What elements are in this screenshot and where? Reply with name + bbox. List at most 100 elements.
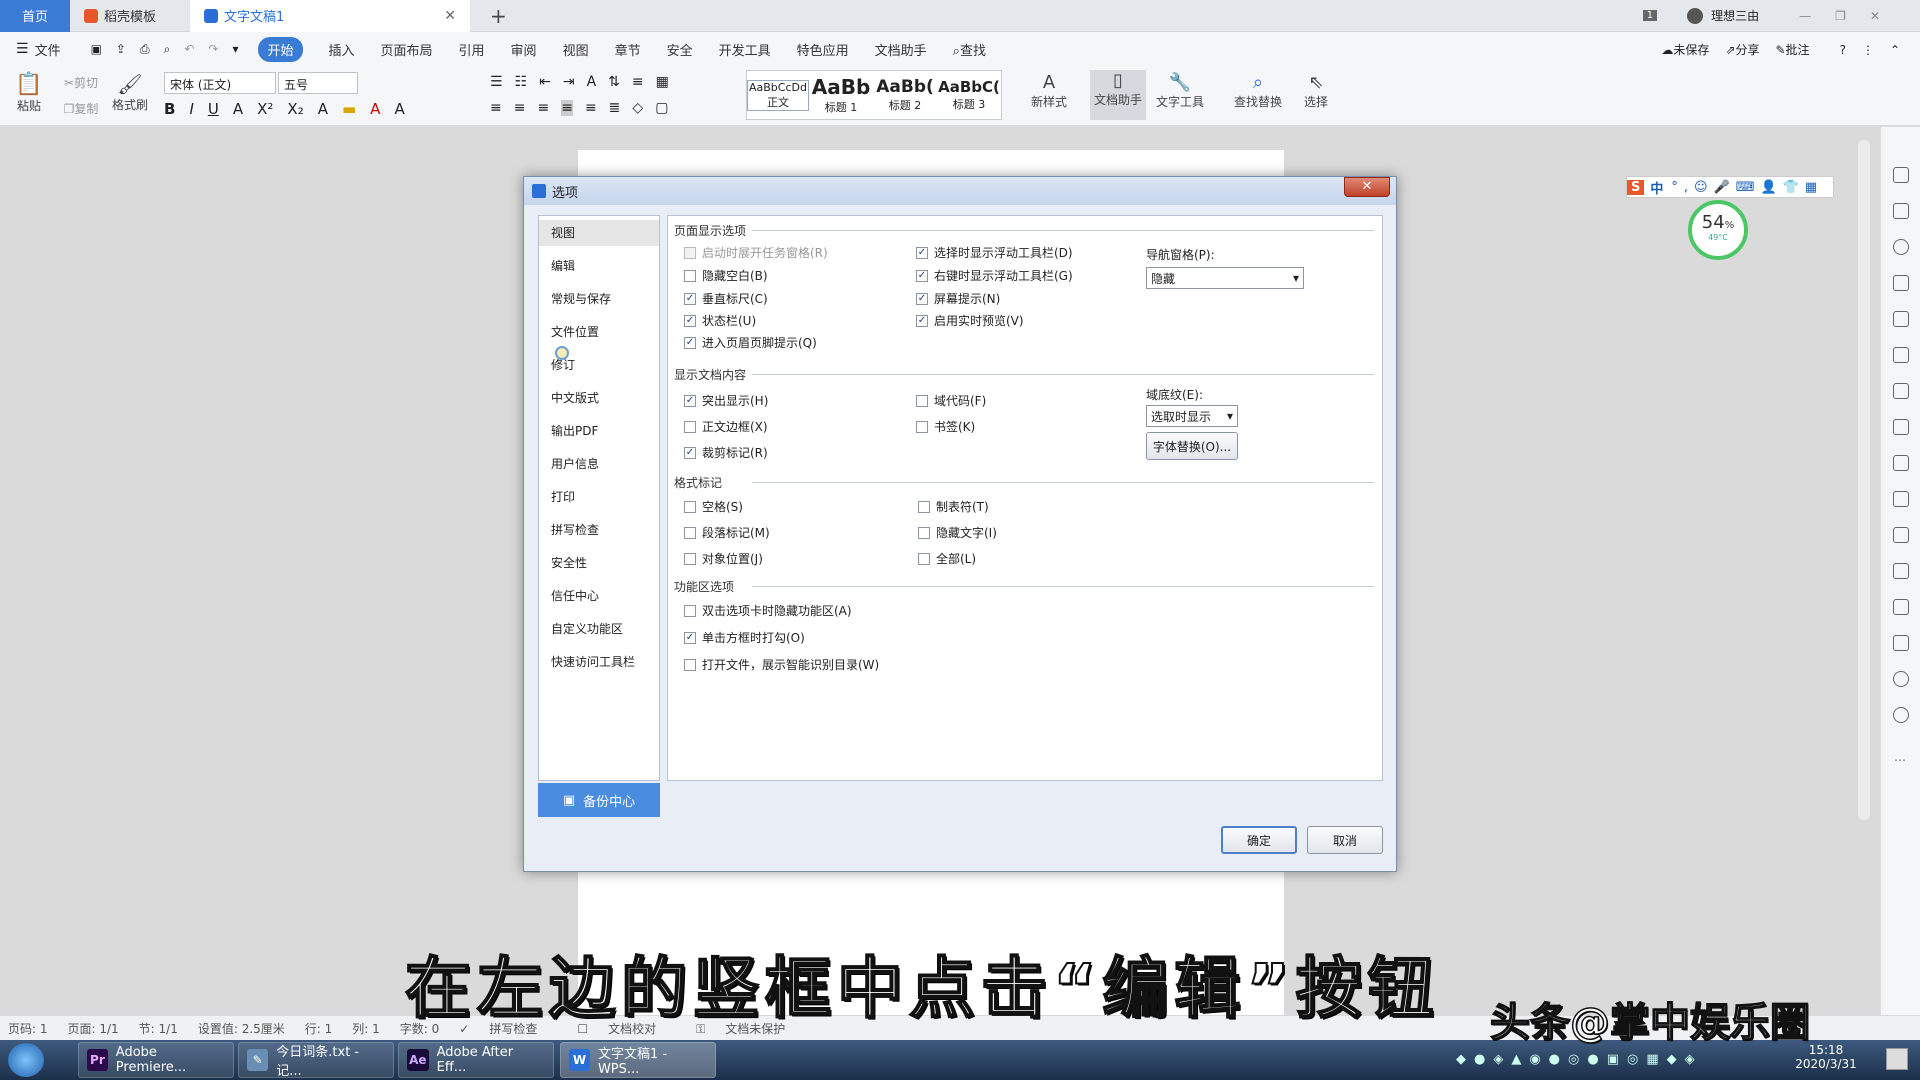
- menu-file[interactable]: 文件: [35, 40, 61, 59]
- menu-references[interactable]: 引用: [459, 40, 485, 59]
- menu-search[interactable]: ⌕查找: [953, 40, 986, 59]
- nav-spell-check[interactable]: 拼写检查: [539, 517, 659, 543]
- opt-dblclick-hide-ribbon[interactable]: 双击选项卡时隐藏功能区(A): [684, 602, 852, 619]
- indent-icon[interactable]: ⇥: [563, 74, 575, 90]
- backup-center-button[interactable]: ▣ 备份中心: [538, 783, 660, 817]
- collapse-ribbon-icon[interactable]: ⌃: [1890, 43, 1900, 57]
- align-left-icon[interactable]: ≡: [490, 100, 502, 116]
- more-dots-icon[interactable]: ⋯: [1894, 753, 1906, 767]
- status-section[interactable]: 节: 1/1: [139, 1020, 178, 1037]
- share-button[interactable]: 分享: [1735, 41, 1759, 58]
- save-icon[interactable]: ▣: [91, 42, 102, 56]
- select-button[interactable]: ⇖ 选择: [1296, 72, 1336, 110]
- copy-button[interactable]: ❐复制: [56, 100, 106, 117]
- opt-smart-toc[interactable]: 打开文件，展示智能识别目录(W): [684, 656, 879, 673]
- opt-all-marks[interactable]: 全部(L): [918, 550, 976, 567]
- opt-float-toolbar-right[interactable]: ✓ 右键时显示浮动工具栏(G): [916, 267, 1073, 284]
- opt-vertical-ruler[interactable]: ✓ 垂直标尺(C): [684, 290, 768, 307]
- nav-file-location[interactable]: 文件位置: [539, 319, 659, 345]
- bullet-list-icon[interactable]: ☰: [490, 74, 503, 90]
- outdent-icon[interactable]: ⇤: [539, 74, 551, 90]
- opt-highlight[interactable]: ✓ 突出显示(H): [684, 392, 768, 409]
- nav-pane-select[interactable]: 隐藏 ▾: [1146, 267, 1304, 289]
- menu-insert[interactable]: 插入: [329, 40, 355, 59]
- minimize-icon[interactable]: —: [1799, 9, 1811, 23]
- opt-text-border[interactable]: 正文边框(X): [684, 418, 768, 435]
- pen-icon[interactable]: [1893, 167, 1909, 183]
- nav-general-save[interactable]: 常规与保存: [539, 286, 659, 312]
- sliders-icon[interactable]: [1893, 419, 1909, 435]
- ok-button[interactable]: 确定: [1221, 826, 1297, 854]
- export-icon[interactable]: ⇪: [116, 42, 126, 56]
- ime-mode[interactable]: 中: [1650, 178, 1663, 197]
- location-icon[interactable]: [1893, 239, 1909, 255]
- nav-edit[interactable]: 编辑: [539, 253, 659, 279]
- format-painter-button[interactable]: 🖌 格式刷: [110, 72, 150, 113]
- close-tab-icon[interactable]: ✕: [444, 8, 456, 24]
- undo-icon[interactable]: ↶: [184, 42, 194, 56]
- opt-click-box-check[interactable]: ✓ 单击方框时打勾(O): [684, 629, 805, 646]
- nav-trust-center[interactable]: 信任中心: [539, 583, 659, 609]
- print-icon[interactable]: ⎙: [140, 42, 150, 57]
- char-shading-icon[interactable]: A: [394, 100, 404, 118]
- opt-header-footer-tip[interactable]: ✓ 进入页眉页脚提示(Q): [684, 334, 817, 351]
- menu-home[interactable]: 开始: [258, 36, 303, 62]
- opt-expand-taskpane[interactable]: 启动时展开任务窗格(R): [684, 244, 828, 261]
- change-case-icon[interactable]: A: [587, 74, 597, 90]
- opt-tabs[interactable]: 制表符(T): [918, 498, 989, 515]
- status-col[interactable]: 列: 1: [352, 1020, 380, 1037]
- status-pages[interactable]: 页面: 1/1: [68, 1020, 119, 1037]
- image-search-icon[interactable]: [1893, 455, 1909, 471]
- preview-icon[interactable]: ⌕: [164, 42, 171, 57]
- comment-button[interactable]: 批注: [1786, 41, 1810, 58]
- text-effect-icon[interactable]: A: [318, 100, 328, 118]
- unsaved-label[interactable]: 未保存: [1673, 41, 1709, 58]
- nav-chinese-layout[interactable]: 中文版式: [539, 385, 659, 411]
- paste-button[interactable]: 📋 粘贴: [12, 72, 46, 114]
- user-name[interactable]: 理想三由: [1711, 7, 1759, 24]
- avatar[interactable]: [1687, 7, 1704, 24]
- highlight-icon[interactable]: ▬: [342, 100, 356, 118]
- opt-screen-tips[interactable]: ✓ 屏幕提示(N): [916, 290, 1000, 307]
- export-icon[interactable]: [1893, 491, 1909, 507]
- share-nodes-icon[interactable]: [1893, 527, 1909, 543]
- menu-review[interactable]: 审阅: [511, 40, 537, 59]
- menu-layout[interactable]: 页面布局: [381, 40, 433, 59]
- text-tools-button[interactable]: 🔧 文字工具: [1150, 72, 1210, 110]
- underline-icon[interactable]: U: [208, 100, 219, 118]
- opt-field-codes[interactable]: 域代码(F): [916, 392, 986, 409]
- archive-icon[interactable]: [1893, 563, 1909, 579]
- style-heading-2[interactable]: AaBb(标题 2: [873, 77, 937, 113]
- doc-assistant-button[interactable]: ▯ 文档助手: [1090, 70, 1146, 120]
- opt-hide-whitespace[interactable]: 隐藏空白(B): [684, 267, 768, 284]
- border-icon[interactable]: ▢: [655, 100, 668, 116]
- align-center-icon[interactable]: ≡: [514, 100, 526, 116]
- font-size-select[interactable]: 五号: [278, 72, 358, 94]
- shading-icon[interactable]: ◇: [632, 100, 643, 116]
- shield-icon[interactable]: [1893, 635, 1909, 651]
- nav-security[interactable]: 安全性: [539, 550, 659, 576]
- menu-security[interactable]: 安全: [667, 40, 693, 59]
- opt-bookmarks[interactable]: 书签(K): [916, 418, 975, 435]
- task-after-effects[interactable]: Ae Adobe After Eff...: [398, 1042, 554, 1078]
- align-right-icon[interactable]: ≡: [537, 100, 549, 116]
- superscript-icon[interactable]: X²: [257, 100, 273, 118]
- nav-quick-access[interactable]: 快速访问工具栏: [539, 649, 659, 675]
- table-icon[interactable]: ▦: [656, 74, 669, 90]
- cpu-gauge[interactable]: 54% 49°C: [1688, 200, 1748, 260]
- ime-toolbar[interactable]: S 中 °,☺🎤⌨👤👕▦: [1626, 176, 1834, 198]
- help-icon[interactable]: ?: [1840, 43, 1846, 57]
- nav-customize-ribbon[interactable]: 自定义功能区: [539, 616, 659, 642]
- line-spacing-icon[interactable]: ≡: [632, 74, 644, 90]
- opt-object-anchors[interactable]: 对象位置(J): [684, 550, 763, 567]
- maximize-icon[interactable]: ❐: [1835, 9, 1846, 23]
- dialog-titlebar[interactable]: 选项 ✕: [524, 177, 1396, 205]
- opt-paragraph-marks[interactable]: 段落标记(M): [684, 524, 770, 541]
- task-notepad[interactable]: ✎ 今日词条.txt - 记...: [238, 1042, 394, 1079]
- status-setting[interactable]: 设置值: 2.5厘米: [198, 1020, 285, 1037]
- opt-live-preview[interactable]: ✓ 启用实时预览(V): [916, 312, 1024, 329]
- field-shading-select[interactable]: 选取时显示 ▾: [1146, 405, 1238, 427]
- strikethrough-icon[interactable]: A: [233, 100, 243, 118]
- nav-print[interactable]: 打印: [539, 484, 659, 510]
- more-icon[interactable]: ⋮: [1862, 43, 1874, 57]
